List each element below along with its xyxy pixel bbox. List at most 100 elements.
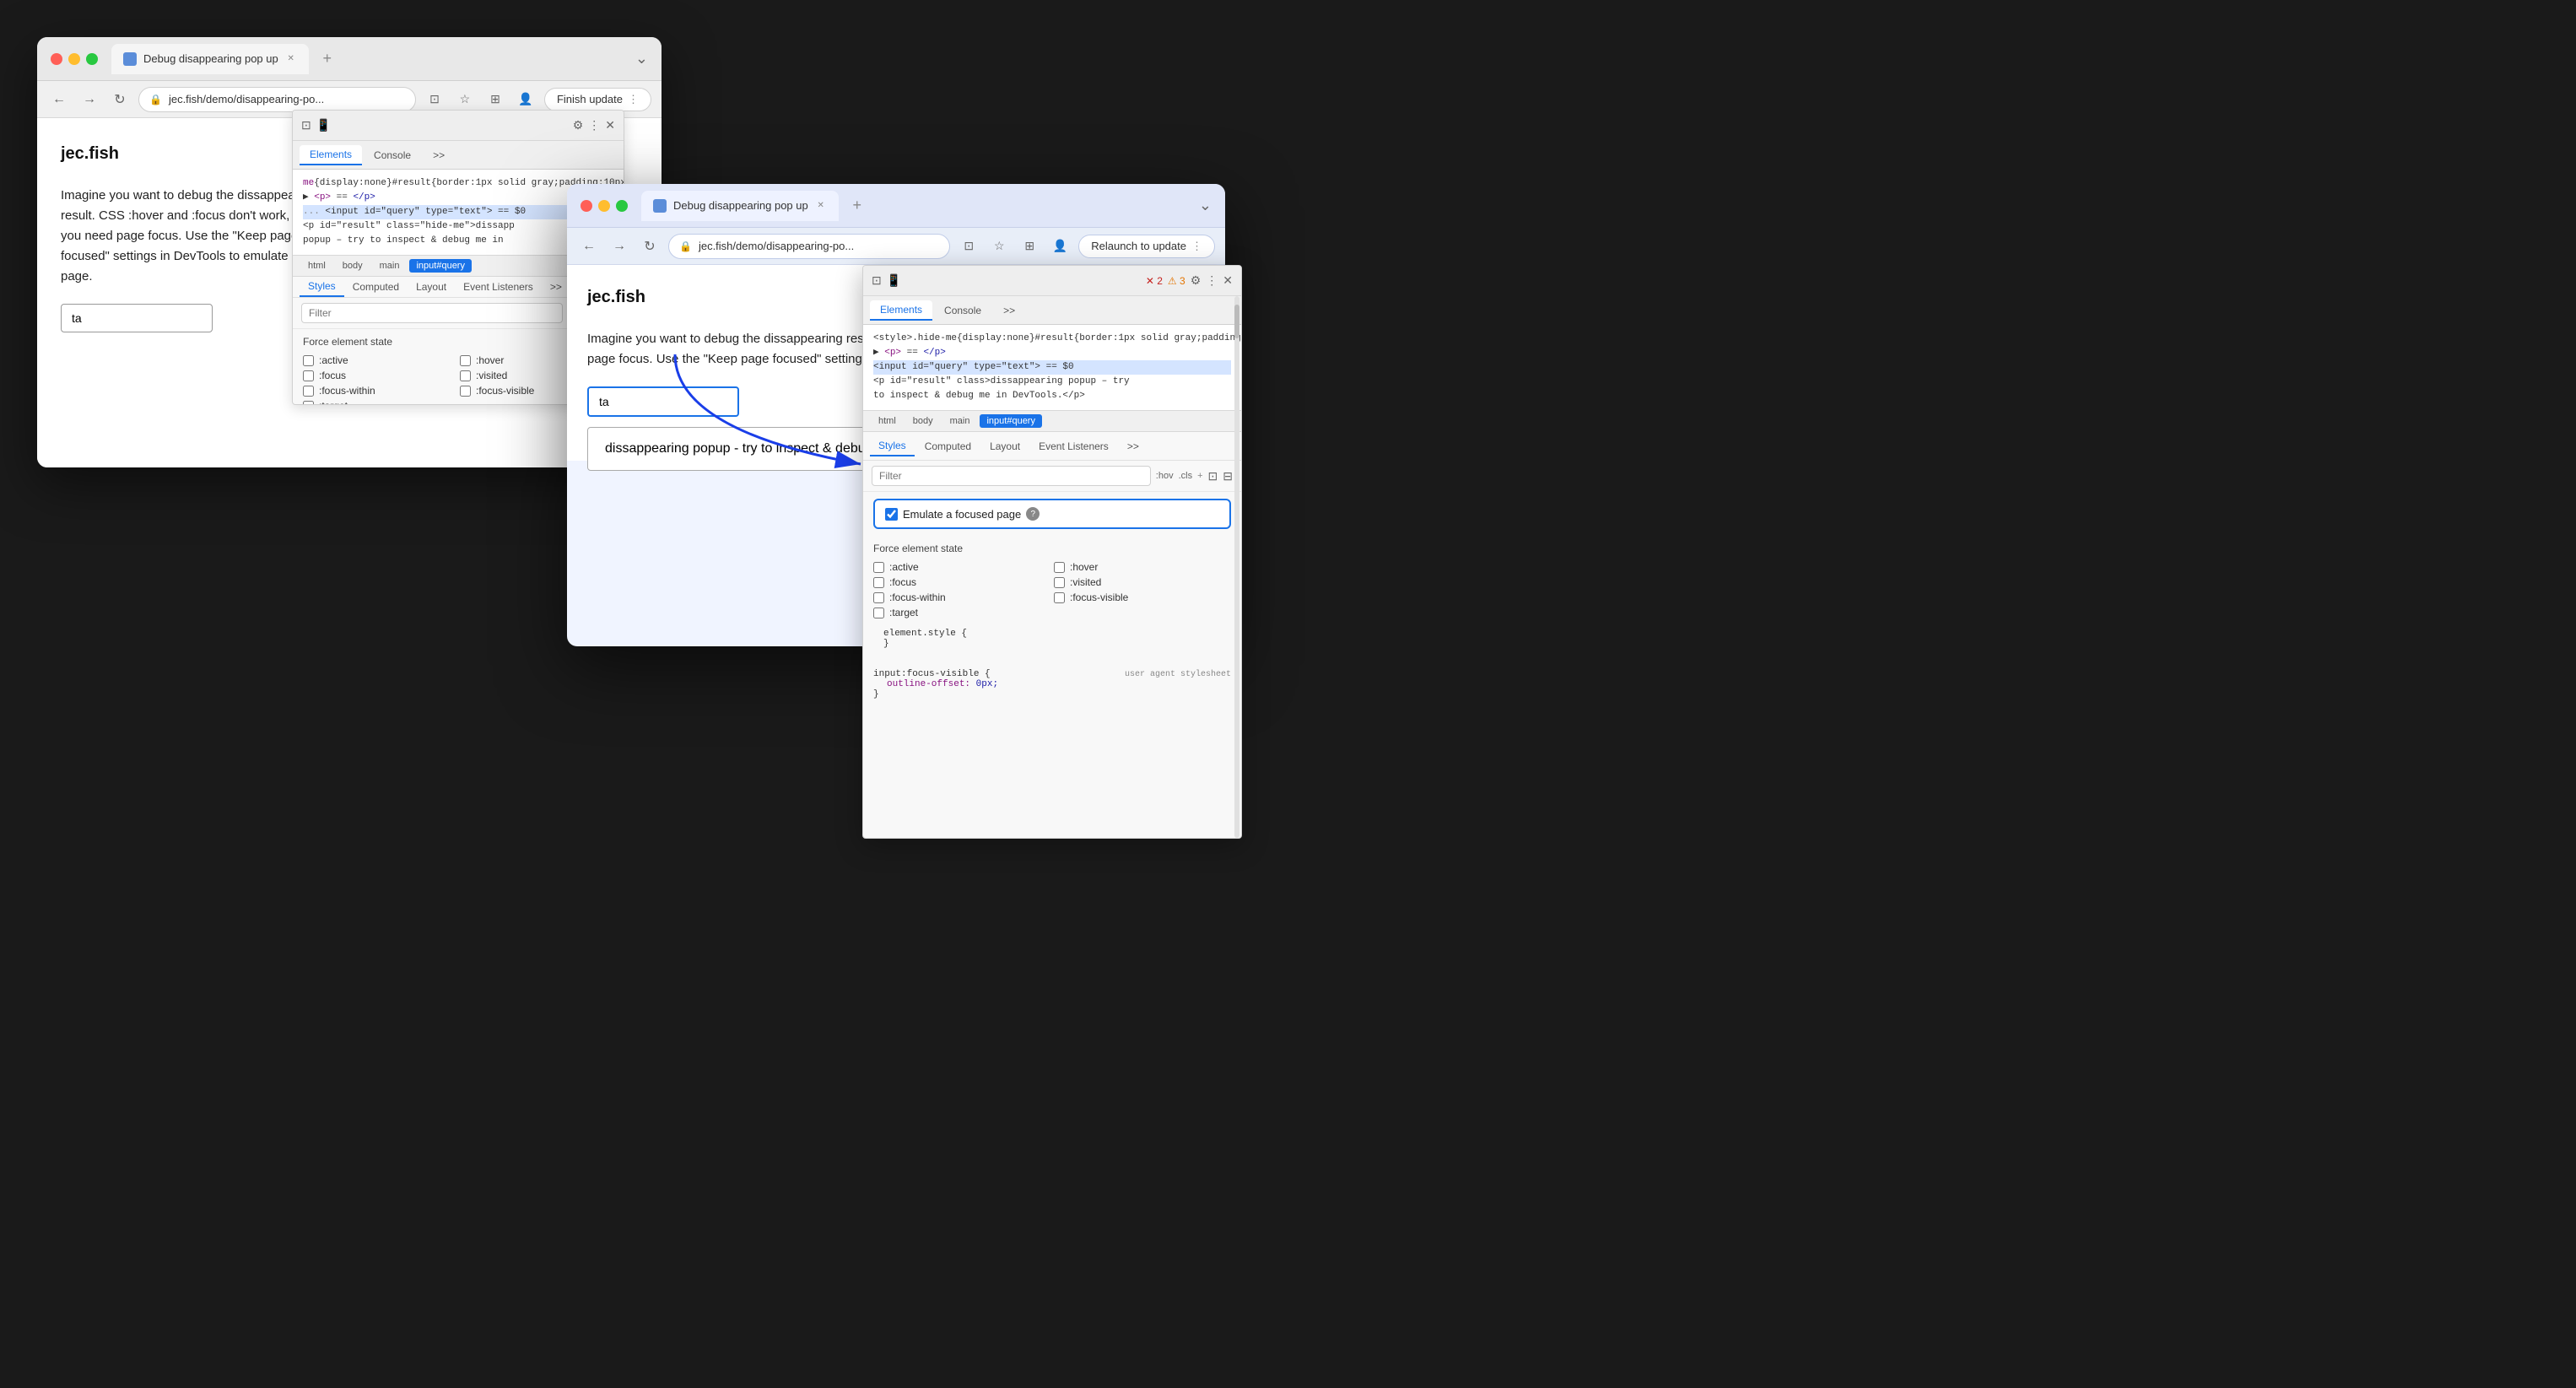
info-icon[interactable]: ? (1026, 507, 1040, 521)
forward-button-2[interactable]: → (608, 235, 631, 258)
more-icon-dt1[interactable]: ⋮ (588, 118, 600, 132)
settings-icon-dt1[interactable]: ⚙ (573, 118, 584, 132)
toolbar-2: ← → ↻ 🔒 jec.fish/demo/disappearing-po...… (567, 228, 1225, 265)
bc-main-2[interactable]: main (943, 414, 977, 428)
s-tab-styles-1[interactable]: Styles (300, 277, 344, 297)
back-button-2[interactable]: ← (577, 235, 601, 258)
bc-input-1[interactable]: input#query (409, 259, 472, 273)
bc-html-1[interactable]: html (301, 259, 332, 273)
cls-badge-2[interactable]: .cls (1179, 471, 1193, 481)
profile-icon-2[interactable]: 👤 (1048, 235, 1072, 258)
checkbox-focus-within-1[interactable] (303, 386, 314, 397)
cast-icon-2[interactable]: ⊡ (957, 235, 980, 258)
checkbox-visited-1[interactable] (460, 370, 471, 381)
tab-favicon-1 (123, 52, 137, 66)
close-button[interactable] (51, 53, 62, 65)
checkbox-active-2[interactable] (873, 562, 884, 573)
device-mode-icon-1[interactable]: 📱 (316, 118, 331, 132)
cast-icon[interactable]: ⊡ (423, 88, 446, 111)
checkbox-target-1[interactable] (303, 401, 314, 405)
more-tabs-1[interactable]: >> (423, 146, 455, 165)
tab-console-1[interactable]: Console (364, 146, 421, 165)
chevron-down-icon-1[interactable]: ⌄ (635, 50, 648, 68)
checkbox-focus-visible-2[interactable] (1054, 592, 1065, 603)
tab-close-1[interactable]: ✕ (285, 53, 297, 65)
new-tab-button-1[interactable]: + (316, 47, 339, 71)
more-icon-dt2[interactable]: ⋮ (1206, 273, 1218, 288)
extensions-icon-2[interactable]: ⊞ (1018, 235, 1041, 258)
tab-console-2[interactable]: Console (934, 301, 991, 320)
extensions-icon-1[interactable]: ⊞ (483, 88, 507, 111)
bc-body-2[interactable]: body (906, 414, 940, 428)
address-bar-1[interactable]: 🔒 jec.fish/demo/disappearing-po... (138, 87, 416, 112)
profile-icon-1[interactable]: 👤 (514, 88, 537, 111)
scrollbar-dt2[interactable] (1234, 296, 1239, 838)
maximize-button[interactable] (86, 53, 98, 65)
checkbox-target-2[interactable] (873, 608, 884, 618)
settings-icon-dt2[interactable]: ⚙ (1191, 273, 1202, 288)
new-tab-button-2[interactable]: + (845, 194, 869, 218)
close-icon-dt2[interactable]: ✕ (1223, 273, 1233, 288)
bc-html-2[interactable]: html (872, 414, 903, 428)
search-input-1[interactable] (61, 304, 213, 332)
state-visited-2: :visited (1054, 576, 1231, 588)
close-button-2[interactable] (581, 200, 592, 212)
reload-button-1[interactable]: ↻ (108, 88, 132, 111)
search-input-2[interactable] (587, 386, 739, 417)
maximize-button-2[interactable] (616, 200, 628, 212)
checkbox-focus-2[interactable] (873, 577, 884, 588)
minimize-button[interactable] (68, 53, 80, 65)
element-picker-icon-1[interactable]: ⊡ (301, 118, 311, 132)
s-tab-layout-1[interactable]: Layout (408, 278, 455, 296)
s-tab-more-1[interactable]: >> (542, 278, 570, 296)
minimize-button-2[interactable] (598, 200, 610, 212)
reload-button-2[interactable]: ↻ (638, 235, 662, 258)
more-tabs-2[interactable]: >> (993, 301, 1025, 320)
finish-update-button[interactable]: Finish update ⋮ (544, 88, 651, 111)
checkbox-focus-visible-1[interactable] (460, 386, 471, 397)
error-count: ✕ 2 (1146, 275, 1163, 287)
relaunch-update-button[interactable]: Relaunch to update ⋮ (1078, 235, 1215, 258)
checkbox-hover-1[interactable] (460, 355, 471, 366)
chevron-down-icon-2[interactable]: ⌄ (1199, 197, 1212, 214)
bc-input-2[interactable]: input#query (980, 414, 1042, 428)
code-line-dt2-selected[interactable]: <input id="query" type="text"> == $0 (873, 360, 1231, 375)
bc-main-1[interactable]: main (373, 259, 407, 273)
bc-body-1[interactable]: body (336, 259, 370, 273)
s-tab-computed-2[interactable]: Computed (916, 437, 980, 456)
s-tab-layout-2[interactable]: Layout (981, 437, 1029, 456)
add-style-2[interactable]: + (1197, 471, 1202, 481)
titlebar-2: Debug disappearing pop up ✕ + ⌄ (567, 184, 1225, 228)
active-tab-1[interactable]: Debug disappearing pop up ✕ (111, 44, 309, 74)
forward-button-1[interactable]: → (78, 88, 101, 111)
bookmark-icon-1[interactable]: ☆ (453, 88, 477, 111)
filter-input-2[interactable] (872, 466, 1151, 486)
active-tab-2[interactable]: Debug disappearing pop up ✕ (641, 191, 839, 221)
checkbox-focus-1[interactable] (303, 370, 314, 381)
element-picker-icon-2[interactable]: ⊡ (872, 273, 882, 288)
filter-input-1[interactable] (301, 303, 563, 323)
checkbox-focus-within-2[interactable] (873, 592, 884, 603)
force-state-section-2: Force element state :active :hover :focu… (863, 536, 1241, 662)
tab-elements-1[interactable]: Elements (300, 145, 362, 165)
scrollbar-thumb-dt2[interactable] (1234, 305, 1239, 338)
hover-badge-2[interactable]: :hov (1156, 471, 1174, 481)
layout-icon-2[interactable]: ⊟ (1223, 469, 1233, 483)
s-tab-more-2[interactable]: >> (1119, 437, 1148, 456)
s-tab-styles-2[interactable]: Styles (870, 436, 915, 456)
device-mode-icon-2[interactable]: 📱 (887, 273, 901, 288)
address-bar-2[interactable]: 🔒 jec.fish/demo/disappearing-po... (668, 234, 950, 259)
emulate-focused-checkbox[interactable] (885, 508, 898, 521)
checkbox-visited-2[interactable] (1054, 577, 1065, 588)
tab-elements-2[interactable]: Elements (870, 300, 932, 321)
s-tab-events-1[interactable]: Event Listeners (455, 278, 542, 296)
tab-close-2[interactable]: ✕ (815, 200, 827, 212)
computed-icon-2[interactable]: ⊡ (1208, 469, 1218, 483)
checkbox-active-1[interactable] (303, 355, 314, 366)
s-tab-computed-1[interactable]: Computed (344, 278, 408, 296)
close-icon-dt1[interactable]: ✕ (605, 118, 615, 132)
s-tab-events-2[interactable]: Event Listeners (1030, 437, 1117, 456)
back-button-1[interactable]: ← (47, 88, 71, 111)
checkbox-hover-2[interactable] (1054, 562, 1065, 573)
bookmark-icon-2[interactable]: ☆ (987, 235, 1011, 258)
